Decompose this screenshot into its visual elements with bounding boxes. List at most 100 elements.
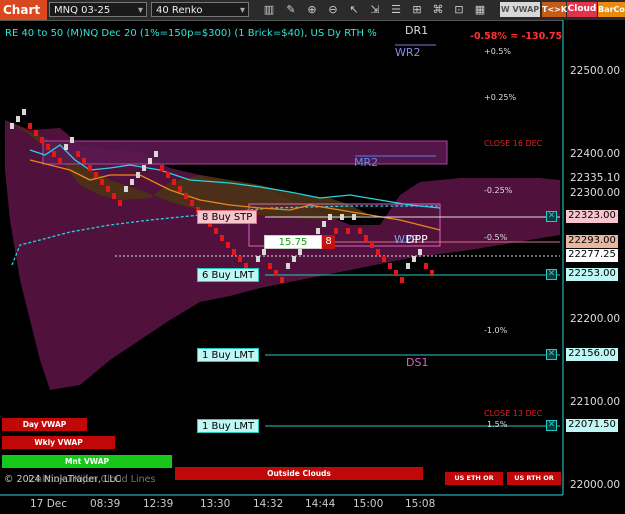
bull-brick bbox=[322, 221, 326, 227]
limit-price-tag-1[interactable]: 22253.00 bbox=[566, 268, 618, 281]
price-axis[interactable] bbox=[563, 20, 625, 514]
bear-brick bbox=[34, 130, 38, 136]
bear-brick bbox=[394, 270, 398, 276]
day-vwap-indicator: Day VWAP bbox=[2, 418, 87, 431]
bear-brick bbox=[106, 186, 110, 192]
bear-brick bbox=[28, 123, 32, 129]
bear-brick bbox=[46, 144, 50, 150]
bull-brick bbox=[64, 144, 68, 150]
last-price-tag: 22277.25 bbox=[566, 249, 618, 262]
pct-level-label: -0.25% bbox=[484, 186, 513, 195]
time-tick: 15:00 bbox=[353, 498, 384, 510]
close-16-dec-label: CLOSE 16 DEC bbox=[484, 139, 543, 148]
bull-brick bbox=[340, 214, 344, 220]
bear-brick bbox=[172, 179, 176, 185]
tenkan-kijun-button[interactable]: T<>K bbox=[542, 2, 567, 17]
price-tick: 22300.00 bbox=[570, 187, 621, 199]
cancel-order-icon[interactable]: ✕ bbox=[546, 269, 557, 280]
wkly-vwap-indicator: Wkly VWAP bbox=[2, 436, 115, 449]
dpp-label: DPP bbox=[406, 233, 428, 246]
bear-brick bbox=[190, 200, 194, 206]
cancel-order-icon[interactable]: ✕ bbox=[546, 211, 557, 222]
mr2-label: MR2 bbox=[354, 156, 379, 169]
cursor-icon[interactable]: ↖ bbox=[346, 2, 362, 18]
position-pnl[interactable]: 15.75 bbox=[264, 235, 322, 249]
position-quantity[interactable]: 8 bbox=[322, 235, 335, 249]
zoom-in-icon[interactable]: ⊕ bbox=[304, 2, 320, 18]
bear-brick bbox=[166, 172, 170, 178]
scroll-icon[interactable]: ⇲ bbox=[367, 2, 383, 18]
pct-level-label: -0.5% bbox=[484, 233, 508, 242]
data-box-icon[interactable]: ☰ bbox=[388, 2, 404, 18]
bull-brick bbox=[292, 256, 296, 262]
chart-menu-button[interactable]: Chart bbox=[0, 0, 47, 20]
price-tick: 22500.00 bbox=[570, 65, 621, 77]
bear-brick bbox=[238, 256, 242, 262]
barco-button[interactable]: BarCo bbox=[598, 2, 625, 17]
buy-limit-order-label-2[interactable]: 1 Buy LMT bbox=[197, 348, 260, 362]
buy-limit-order-label-3[interactable]: 1 Buy LMT bbox=[197, 419, 260, 433]
bear-brick bbox=[76, 151, 80, 157]
mr2-zone bbox=[42, 140, 448, 165]
bars-icon[interactable]: ▥ bbox=[261, 2, 277, 18]
cancel-order-icon[interactable]: ✕ bbox=[546, 420, 557, 431]
pct-level-label: +0.5% bbox=[484, 47, 512, 56]
zoom-out-icon[interactable]: ⊖ bbox=[325, 2, 341, 18]
bear-brick bbox=[40, 137, 44, 143]
bear-brick bbox=[346, 228, 350, 234]
us-eth-or-indicator: US ETH OR bbox=[445, 472, 503, 485]
target-price-tag[interactable]: 22293.00 bbox=[566, 235, 618, 248]
bear-brick bbox=[88, 165, 92, 171]
bear-brick bbox=[280, 277, 284, 283]
buy-stop-order-label[interactable]: 8 Buy STP bbox=[197, 210, 258, 224]
stop-price-tag[interactable]: 22323.00 bbox=[566, 210, 618, 223]
ds1-label: DS1 bbox=[406, 356, 429, 369]
bull-brick bbox=[316, 228, 320, 234]
indicators-icon[interactable]: ⊡ bbox=[451, 2, 467, 18]
pnl-display: -0.58% = -130.75 bbox=[470, 31, 563, 42]
time-tick: 14:44 bbox=[305, 498, 336, 510]
price-tick: 22335.10 bbox=[570, 172, 621, 184]
bear-brick bbox=[82, 158, 86, 164]
bear-brick bbox=[178, 186, 182, 192]
bull-brick bbox=[256, 256, 260, 262]
cloud-button[interactable]: Cloud bbox=[567, 2, 597, 17]
bear-brick bbox=[430, 270, 434, 276]
bear-brick bbox=[52, 151, 56, 157]
pencil-icon[interactable]: ✎ bbox=[283, 2, 299, 18]
bear-brick bbox=[94, 172, 98, 178]
chevron-down-icon: ▾ bbox=[137, 5, 143, 16]
cancel-order-icon[interactable]: ✕ bbox=[546, 349, 557, 360]
pct-level-label: +0.25% bbox=[484, 93, 517, 102]
bear-brick bbox=[388, 263, 392, 269]
bear-brick bbox=[232, 249, 236, 255]
buy-limit-order-label-1[interactable]: 6 Buy LMT bbox=[197, 268, 260, 282]
limit-price-tag-3[interactable]: 22071.50 bbox=[566, 419, 618, 432]
bear-brick bbox=[334, 228, 338, 234]
time-tick: 15:08 bbox=[405, 498, 436, 510]
w-vwap-button[interactable]: W VWAP bbox=[500, 2, 540, 17]
instrument-selector[interactable]: MNQ 03-25 ▾ bbox=[49, 2, 147, 17]
bull-brick bbox=[328, 214, 332, 220]
bull-brick bbox=[286, 263, 290, 269]
bear-brick bbox=[184, 193, 188, 199]
layout-icon[interactable]: ▦ bbox=[472, 2, 488, 18]
price-tick: 22200.00 bbox=[570, 313, 621, 325]
bull-brick bbox=[16, 116, 20, 122]
chevron-down-icon: ▾ bbox=[239, 5, 245, 16]
bear-brick bbox=[364, 235, 368, 241]
properties-icon[interactable]: ⊞ bbox=[409, 2, 425, 18]
bull-brick bbox=[142, 165, 146, 171]
bull-brick bbox=[136, 172, 140, 178]
strategy-icon[interactable]: ⌘ bbox=[430, 2, 446, 18]
limit-price-tag-2[interactable]: 22156.00 bbox=[566, 348, 618, 361]
chart-title: RE 40 to 50 (M)NQ Dec 20 (1%=150p=$300) … bbox=[5, 28, 377, 39]
bull-brick bbox=[130, 179, 134, 185]
price-tick: 22000.00 bbox=[570, 479, 621, 491]
time-tick: 08:39 bbox=[90, 498, 121, 510]
bar-type-selector[interactable]: 40 Renko ▾ bbox=[151, 2, 249, 17]
time-tick: 13:30 bbox=[200, 498, 231, 510]
time-tick: 14:32 bbox=[253, 498, 284, 510]
bear-brick bbox=[268, 263, 272, 269]
bear-brick bbox=[400, 277, 404, 283]
